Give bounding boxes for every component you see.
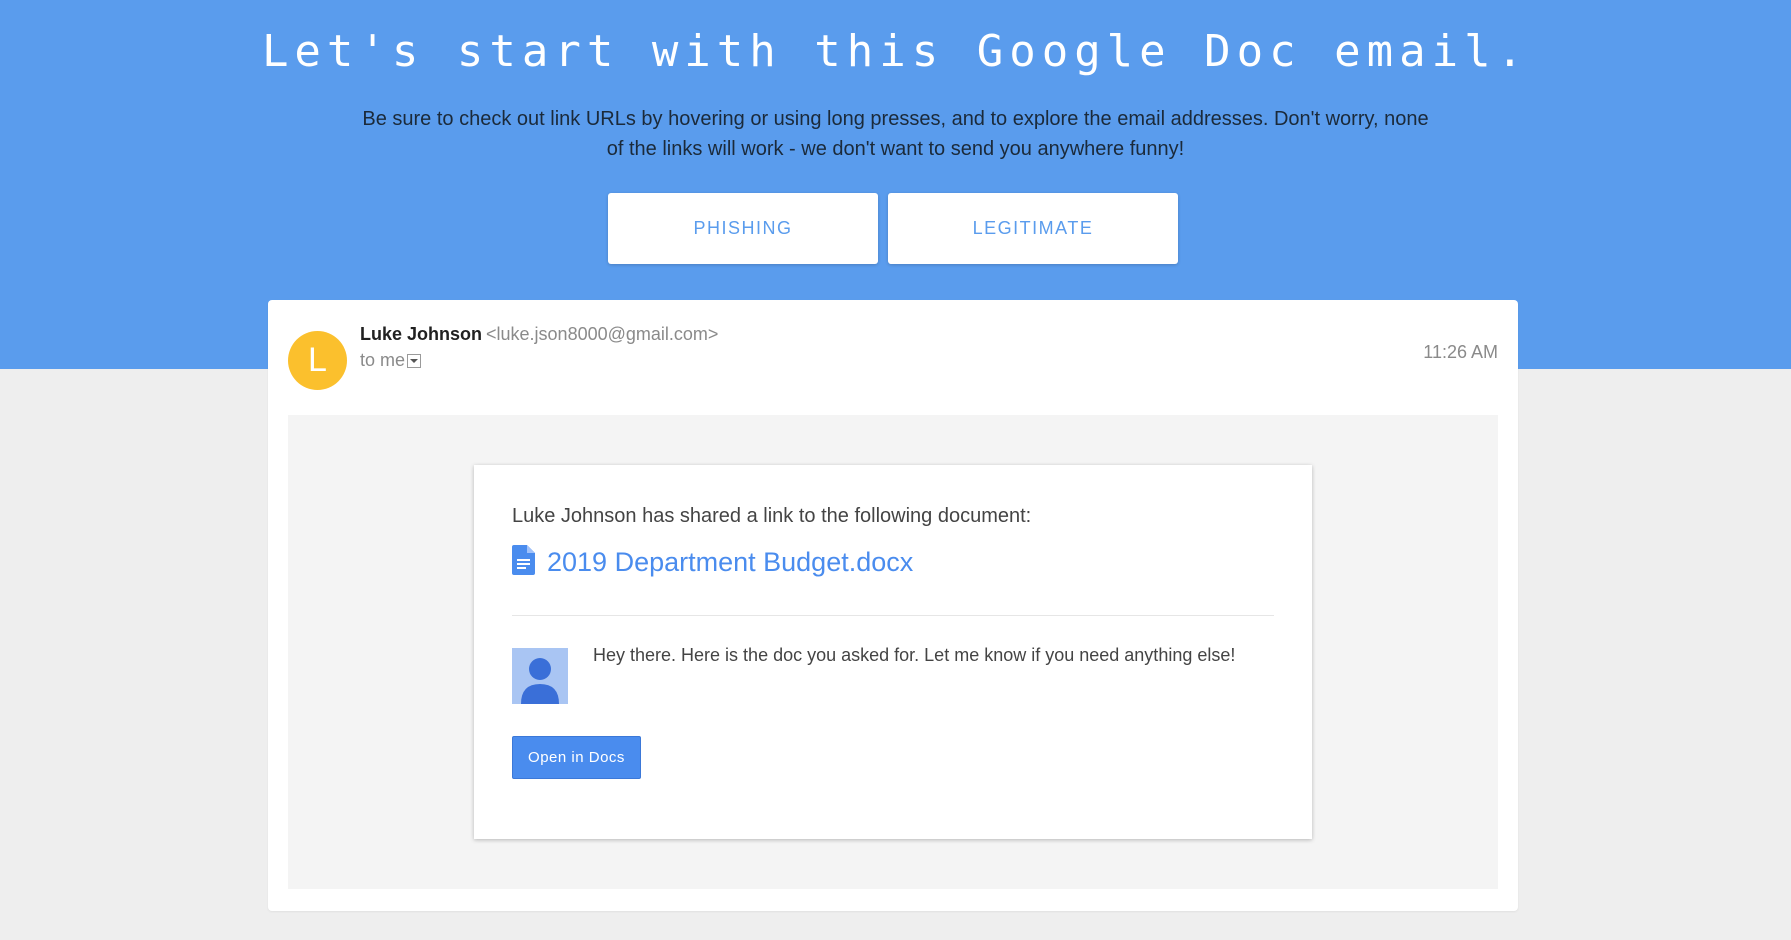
google-doc-icon [512, 545, 547, 580]
email-card: L Luke Johnson <luke.json8000@gmail.com> … [268, 300, 1518, 911]
sender-message: Hey there. Here is the doc you asked for… [593, 645, 1236, 665]
divider [512, 615, 1274, 616]
recipient-line: to me [360, 350, 422, 371]
document-link[interactable]: 2019 Department Budget.docx [512, 545, 913, 580]
recipient-label: to me [360, 350, 406, 370]
sender-name: Luke Johnson [360, 324, 483, 344]
open-in-docs-button[interactable]: Open in Docs [512, 736, 641, 779]
phishing-button[interactable]: PHISHING [608, 193, 878, 264]
sender-email[interactable]: <luke.json8000@gmail.com> [486, 324, 718, 344]
sender-line: Luke Johnson <luke.json8000@gmail.com> [360, 324, 718, 345]
document-title-link[interactable]: 2019 Department Budget.docx [547, 547, 913, 578]
profile-placeholder-icon [512, 648, 568, 704]
page-title: Let's start with this Google Doc email. [261, 26, 1530, 77]
share-notification-card: Luke Johnson has shared a link to the fo… [474, 465, 1312, 839]
email-timestamp: 11:26 AM [1423, 342, 1498, 362]
legitimate-button[interactable]: LEGITIMATE [888, 193, 1178, 264]
sender-avatar: L [288, 331, 347, 390]
chevron-down-icon[interactable] [407, 354, 422, 368]
instructions-text: Be sure to check out link URLs by hoveri… [362, 108, 1429, 160]
share-intro-text: Luke Johnson has shared a link to the fo… [512, 505, 1032, 527]
email-body: Luke Johnson has shared a link to the fo… [288, 415, 1498, 889]
